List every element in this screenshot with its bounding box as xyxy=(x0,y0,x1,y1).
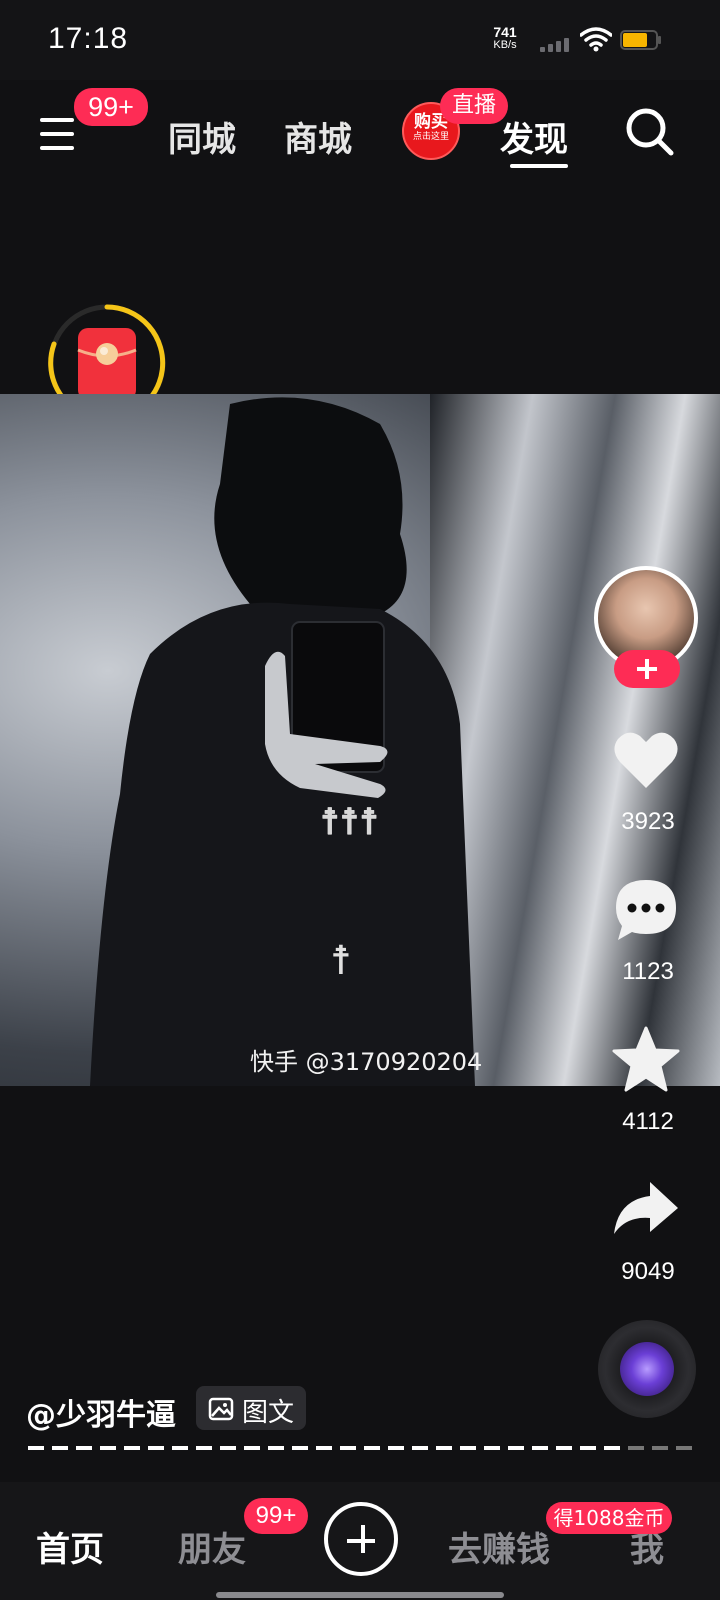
nav-friends[interactable]: 朋友 xyxy=(178,1522,246,1571)
menu-icon[interactable] xyxy=(40,118,76,152)
active-tab-indicator xyxy=(510,164,568,168)
author-name[interactable]: @少羽牛逼 xyxy=(26,1390,176,1434)
comment-icon[interactable] xyxy=(610,874,682,946)
search-icon[interactable] xyxy=(624,106,676,158)
content-type-chip[interactable]: 图文 xyxy=(196,1386,306,1430)
coin-reward-badge[interactable]: 得1088金币 xyxy=(546,1502,672,1534)
create-post-button[interactable] xyxy=(324,1502,398,1576)
friends-badge: 99+ xyxy=(244,1498,308,1534)
video-watermark: 快手 @3170920204 xyxy=(250,1048,483,1076)
share-icon[interactable] xyxy=(610,1174,682,1246)
status-bar: 17:18 741 KB/s xyxy=(0,0,720,80)
image-text-icon xyxy=(208,1397,234,1421)
live-tag-badge[interactable]: 直播 xyxy=(440,88,508,124)
home-indicator xyxy=(216,1592,504,1598)
signal-icon xyxy=(540,38,570,52)
like-count: 3923 xyxy=(621,808,675,835)
video-subject-image: ☨☨☨ ☨ xyxy=(90,397,475,1086)
top-nav: 99+ 同城 商城 购买 点击这里 直播 发现 xyxy=(0,80,720,190)
content-type-label: 图文 xyxy=(242,1398,295,1428)
battery-icon xyxy=(620,30,661,50)
favorite-count: 4112 xyxy=(622,1108,674,1135)
follow-button[interactable] xyxy=(614,650,680,688)
nav-earn[interactable]: 去赚钱 xyxy=(448,1522,550,1571)
wifi-icon xyxy=(580,27,612,52)
tab-same-city[interactable]: 同城 xyxy=(168,112,236,161)
music-disc-icon[interactable] xyxy=(598,1320,696,1418)
tab-mall[interactable]: 商城 xyxy=(284,112,352,161)
nav-home[interactable]: 首页 xyxy=(36,1522,104,1571)
menu-notification-badge: 99+ xyxy=(74,88,148,126)
share-count: 9049 xyxy=(621,1258,675,1285)
star-icon[interactable] xyxy=(610,1024,682,1096)
image-progress-remaining xyxy=(628,1446,692,1450)
network-speed-value: 741 xyxy=(493,24,517,40)
image-progress-bar[interactable] xyxy=(28,1446,692,1450)
live-icon-subtext: 点击这里 xyxy=(412,132,449,142)
svg-text:☨: ☨ xyxy=(330,938,352,984)
status-time: 17:18 xyxy=(48,22,129,55)
heart-icon[interactable] xyxy=(610,724,682,796)
network-speed-unit: KB/s xyxy=(493,39,517,51)
bottom-nav: 首页 朋友 99+ 去赚钱 我 得1088金币 xyxy=(0,1482,720,1600)
comment-count: 1123 xyxy=(622,958,674,985)
svg-text:☨☨☨: ☨☨☨ xyxy=(320,801,379,843)
tab-discover[interactable]: 发现 xyxy=(500,112,568,161)
network-speed: 741 KB/s xyxy=(484,24,526,52)
